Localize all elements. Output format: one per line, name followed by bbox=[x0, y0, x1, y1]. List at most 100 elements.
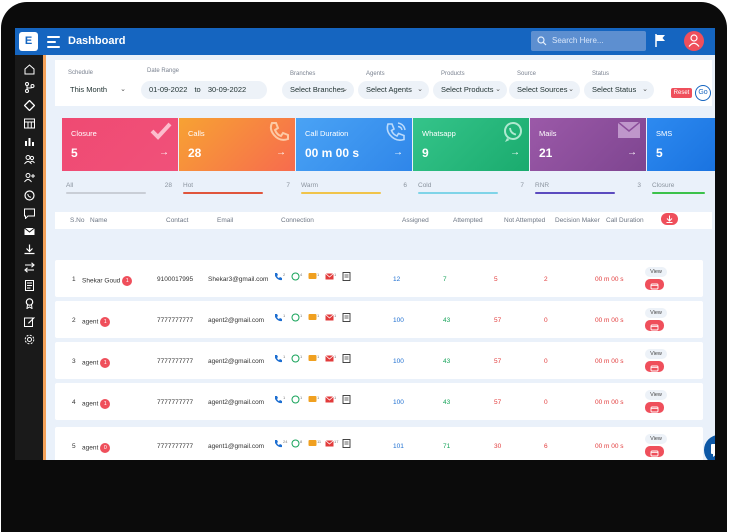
row-sno: 5 bbox=[72, 443, 76, 450]
row-contact: 7777777777 bbox=[157, 317, 194, 324]
edit-icon[interactable] bbox=[24, 316, 35, 327]
flag-icon[interactable] bbox=[655, 34, 666, 47]
download-button[interactable] bbox=[661, 213, 678, 225]
row-call-duration: 00 m 00 s bbox=[595, 443, 624, 450]
table-row[interactable]: 2 agent 1 7777777777 agent2@gmail.com 1 1 1 1 100… bbox=[55, 301, 703, 338]
reset-button[interactable]: Reset bbox=[671, 88, 692, 98]
progress-rnr[interactable]: RNR 3 bbox=[535, 180, 641, 198]
row-contact: 7777777777 bbox=[157, 358, 194, 365]
view-details-button[interactable] bbox=[645, 279, 664, 290]
connection-item[interactable]: 1 bbox=[291, 395, 302, 406]
conn-count: 1 bbox=[317, 354, 320, 359]
add-user-icon[interactable] bbox=[24, 172, 35, 183]
progress-cold[interactable]: Cold 7 bbox=[418, 180, 524, 198]
view-button[interactable]: View bbox=[645, 434, 667, 444]
connection-item[interactable]: 1 bbox=[274, 395, 285, 406]
conn-count: 17 bbox=[334, 439, 339, 444]
connection-item[interactable]: 1 bbox=[291, 354, 302, 365]
transfer-icon[interactable] bbox=[24, 262, 35, 273]
agents-value: Select Agents bbox=[366, 85, 412, 94]
row-decision-maker: 6 bbox=[544, 443, 548, 450]
message-icon[interactable] bbox=[24, 208, 35, 219]
connection-item[interactable]: 2 bbox=[274, 272, 285, 283]
connection-item[interactable] bbox=[342, 395, 351, 406]
go-button[interactable]: Go bbox=[695, 85, 711, 101]
progress-all[interactable]: All 28 bbox=[66, 180, 172, 198]
app-logo[interactable]: E bbox=[19, 32, 38, 51]
branch-icon[interactable] bbox=[24, 82, 35, 93]
message-icon bbox=[308, 396, 317, 402]
whatsapp-icon[interactable] bbox=[24, 190, 35, 201]
connection-item[interactable]: 1 bbox=[325, 313, 336, 324]
connection-item[interactable]: 1 bbox=[325, 272, 336, 283]
connection-item[interactable]: 1 bbox=[308, 272, 319, 283]
card-mails[interactable]: Mails 21 → bbox=[530, 118, 646, 171]
users-icon[interactable] bbox=[24, 154, 35, 165]
table-row[interactable]: 1 Shekar Goud 1 9100017995 Shekar3@gmail.com… bbox=[55, 260, 703, 297]
status-select[interactable]: Select Status ⌄ bbox=[584, 81, 654, 99]
connection-item[interactable]: 1 bbox=[308, 395, 319, 406]
bar-chart-icon[interactable] bbox=[24, 136, 35, 147]
view-details-button[interactable] bbox=[645, 446, 664, 457]
search-input[interactable]: Search Here... bbox=[531, 31, 646, 51]
date-range-picker[interactable]: 01-09-2022 to 30-09-2022 bbox=[141, 81, 267, 99]
card-sms[interactable]: SMS 5 bbox=[647, 118, 715, 171]
source-select[interactable]: Select Sources ⌄ bbox=[509, 81, 580, 99]
progress-label: Hot bbox=[183, 182, 194, 189]
table-icon[interactable] bbox=[24, 118, 35, 129]
table-row[interactable]: 4 agent 1 7777777777 agent2@gmail.com 1 1 1 1 100… bbox=[55, 383, 703, 420]
progress-hot[interactable]: Hot 7 bbox=[183, 180, 290, 198]
view-details-button[interactable] bbox=[645, 361, 664, 372]
branches-select[interactable]: Select Branches ⌄ bbox=[282, 81, 354, 99]
view-button[interactable]: View bbox=[645, 349, 667, 359]
connection-item[interactable]: 1 bbox=[308, 313, 319, 324]
connection-item[interactable]: 1 bbox=[325, 395, 336, 406]
agents-select[interactable]: Select Agents ⌄ bbox=[358, 81, 429, 99]
chat-button[interactable] bbox=[704, 435, 715, 460]
connection-item[interactable] bbox=[342, 439, 351, 450]
document-icon[interactable] bbox=[24, 280, 35, 291]
view-details-button[interactable] bbox=[645, 320, 664, 331]
connection-item[interactable] bbox=[342, 313, 351, 324]
settings-icon[interactable] bbox=[24, 334, 35, 345]
arrow-right-icon: → bbox=[627, 147, 637, 158]
schedule-select[interactable]: This Month ⌄ bbox=[62, 81, 132, 99]
products-select[interactable]: Select Products ⌄ bbox=[433, 81, 507, 99]
table-header: S.No Name Contact Email Connection Assig… bbox=[55, 212, 712, 229]
connection-item[interactable] bbox=[342, 272, 351, 283]
conn-count: 1 bbox=[317, 395, 320, 400]
connection-item[interactable]: 24 bbox=[274, 439, 287, 450]
chevron-down-icon: ⌄ bbox=[417, 86, 423, 93]
progress-warm[interactable]: Warm 6 bbox=[301, 180, 407, 198]
connection-item[interactable] bbox=[342, 354, 351, 365]
mail-icon[interactable] bbox=[24, 226, 35, 237]
view-details-button[interactable] bbox=[645, 402, 664, 413]
connection-item[interactable]: 1 bbox=[274, 354, 285, 365]
table-row[interactable]: 3 agent 1 7777777777 agent2@gmail.com 1 1 1 1 100… bbox=[55, 342, 703, 379]
diamond-icon[interactable] bbox=[24, 100, 35, 111]
progress-closure[interactable]: Closure bbox=[652, 180, 705, 198]
connection-item[interactable]: 1 bbox=[325, 354, 336, 365]
connection-item[interactable]: 1 bbox=[274, 313, 285, 324]
connection-item[interactable]: 11 bbox=[308, 439, 321, 450]
card-calls[interactable]: Calls 28 → bbox=[179, 118, 295, 171]
card-call-duration[interactable]: Call Duration 00 m 00 s → bbox=[296, 118, 412, 171]
date-range-label: Date Range bbox=[147, 68, 180, 74]
chevron-down-icon: ⌄ bbox=[120, 86, 126, 93]
award-icon[interactable] bbox=[24, 298, 35, 309]
home-icon[interactable] bbox=[24, 64, 35, 75]
connection-item[interactable]: 1 bbox=[308, 354, 319, 365]
view-button[interactable]: View bbox=[645, 308, 667, 318]
view-button[interactable]: View bbox=[645, 390, 667, 400]
download-icon[interactable] bbox=[24, 244, 35, 255]
menu-icon[interactable] bbox=[47, 36, 60, 48]
connection-item[interactable]: 1 bbox=[291, 313, 302, 324]
view-button[interactable]: View bbox=[645, 267, 667, 277]
card-whatsapp[interactable]: Whatsapp 9 → bbox=[413, 118, 529, 171]
connection-item[interactable]: 8 bbox=[291, 439, 302, 450]
connection-item[interactable]: 17 bbox=[325, 439, 338, 450]
avatar[interactable] bbox=[684, 31, 704, 51]
table-row[interactable]: 5 agent 0 7777777777 agent1@gmail.com 24 8 11 17… bbox=[55, 427, 703, 460]
connection-item[interactable]: 4 bbox=[291, 272, 302, 283]
card-closure[interactable]: Closure 5 → bbox=[62, 118, 178, 171]
